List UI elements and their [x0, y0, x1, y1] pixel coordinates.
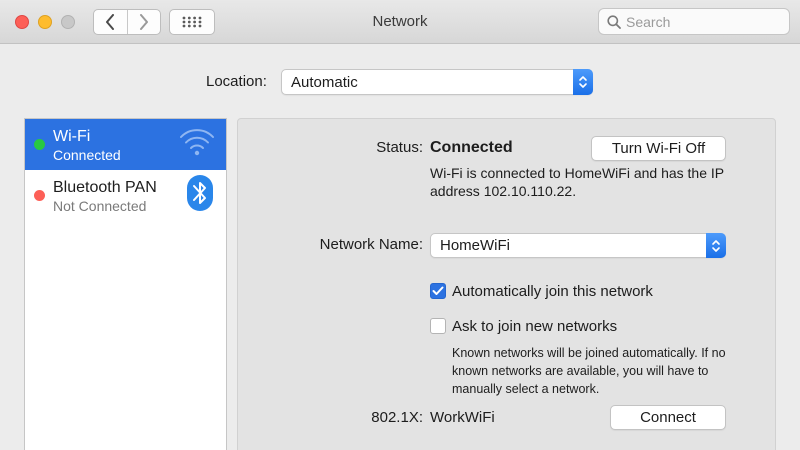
- chevron-updown-icon: [712, 239, 720, 252]
- grid-icon: [182, 16, 202, 28]
- network-name-popup[interactable]: HomeWiFi: [430, 233, 726, 258]
- history-nav: [93, 9, 161, 35]
- connect-button[interactable]: Connect: [610, 405, 726, 430]
- close-window-button[interactable]: [15, 15, 29, 29]
- auto-join-label[interactable]: Automatically join this network: [452, 283, 653, 300]
- network-name-label: Network Name:: [319, 236, 423, 253]
- dot1x-value: WorkWiFi: [430, 409, 495, 426]
- status-label: Status:: [376, 139, 423, 156]
- search-input[interactable]: [626, 13, 776, 30]
- show-all-button[interactable]: [169, 9, 215, 35]
- chevron-left-icon: [106, 14, 115, 30]
- forward-button[interactable]: [126, 10, 161, 34]
- minimize-window-button[interactable]: [38, 15, 52, 29]
- window-title: Network: [372, 13, 428, 30]
- title-bar: Network: [0, 0, 800, 44]
- service-item-wifi[interactable]: Wi-Fi Connected: [25, 119, 226, 170]
- bluetooth-status-dot: [34, 190, 45, 201]
- ask-join-label[interactable]: Ask to join new networks: [452, 318, 617, 335]
- back-button[interactable]: [94, 10, 127, 34]
- service-list: Wi-Fi Connected Bluetooth PAN Not Connec…: [24, 118, 227, 450]
- checkmark-icon: [432, 286, 444, 295]
- search-icon: [607, 14, 621, 29]
- wifi-icon: [180, 129, 214, 156]
- ask-join-help: Known networks will be joined automatica…: [452, 346, 726, 396]
- location-stepper[interactable]: [573, 69, 593, 95]
- bluetooth-icon: [187, 175, 213, 211]
- chevron-right-icon: [139, 14, 148, 30]
- status-description: Wi-Fi is connected to HomeWiFi and has t…: [430, 165, 724, 199]
- turn-wifi-off-button[interactable]: Turn Wi-Fi Off: [591, 136, 726, 161]
- dot1x-label: 802.1X:: [371, 409, 423, 426]
- auto-join-checkbox[interactable]: [430, 283, 446, 299]
- wifi-status-dot: [34, 139, 45, 150]
- network-name-value: HomeWiFi: [440, 237, 510, 254]
- location-popup[interactable]: Automatic: [281, 69, 593, 95]
- network-name-stepper[interactable]: [706, 233, 726, 258]
- chevron-updown-icon: [579, 76, 587, 88]
- ask-join-checkbox[interactable]: [430, 318, 446, 334]
- location-label: Location:: [206, 73, 267, 90]
- search-field[interactable]: [598, 8, 790, 35]
- service-item-bluetooth-pan[interactable]: Bluetooth PAN Not Connected: [25, 170, 226, 221]
- status-value: Connected: [430, 139, 513, 156]
- location-value: Automatic: [291, 73, 358, 91]
- zoom-window-button[interactable]: [61, 15, 75, 29]
